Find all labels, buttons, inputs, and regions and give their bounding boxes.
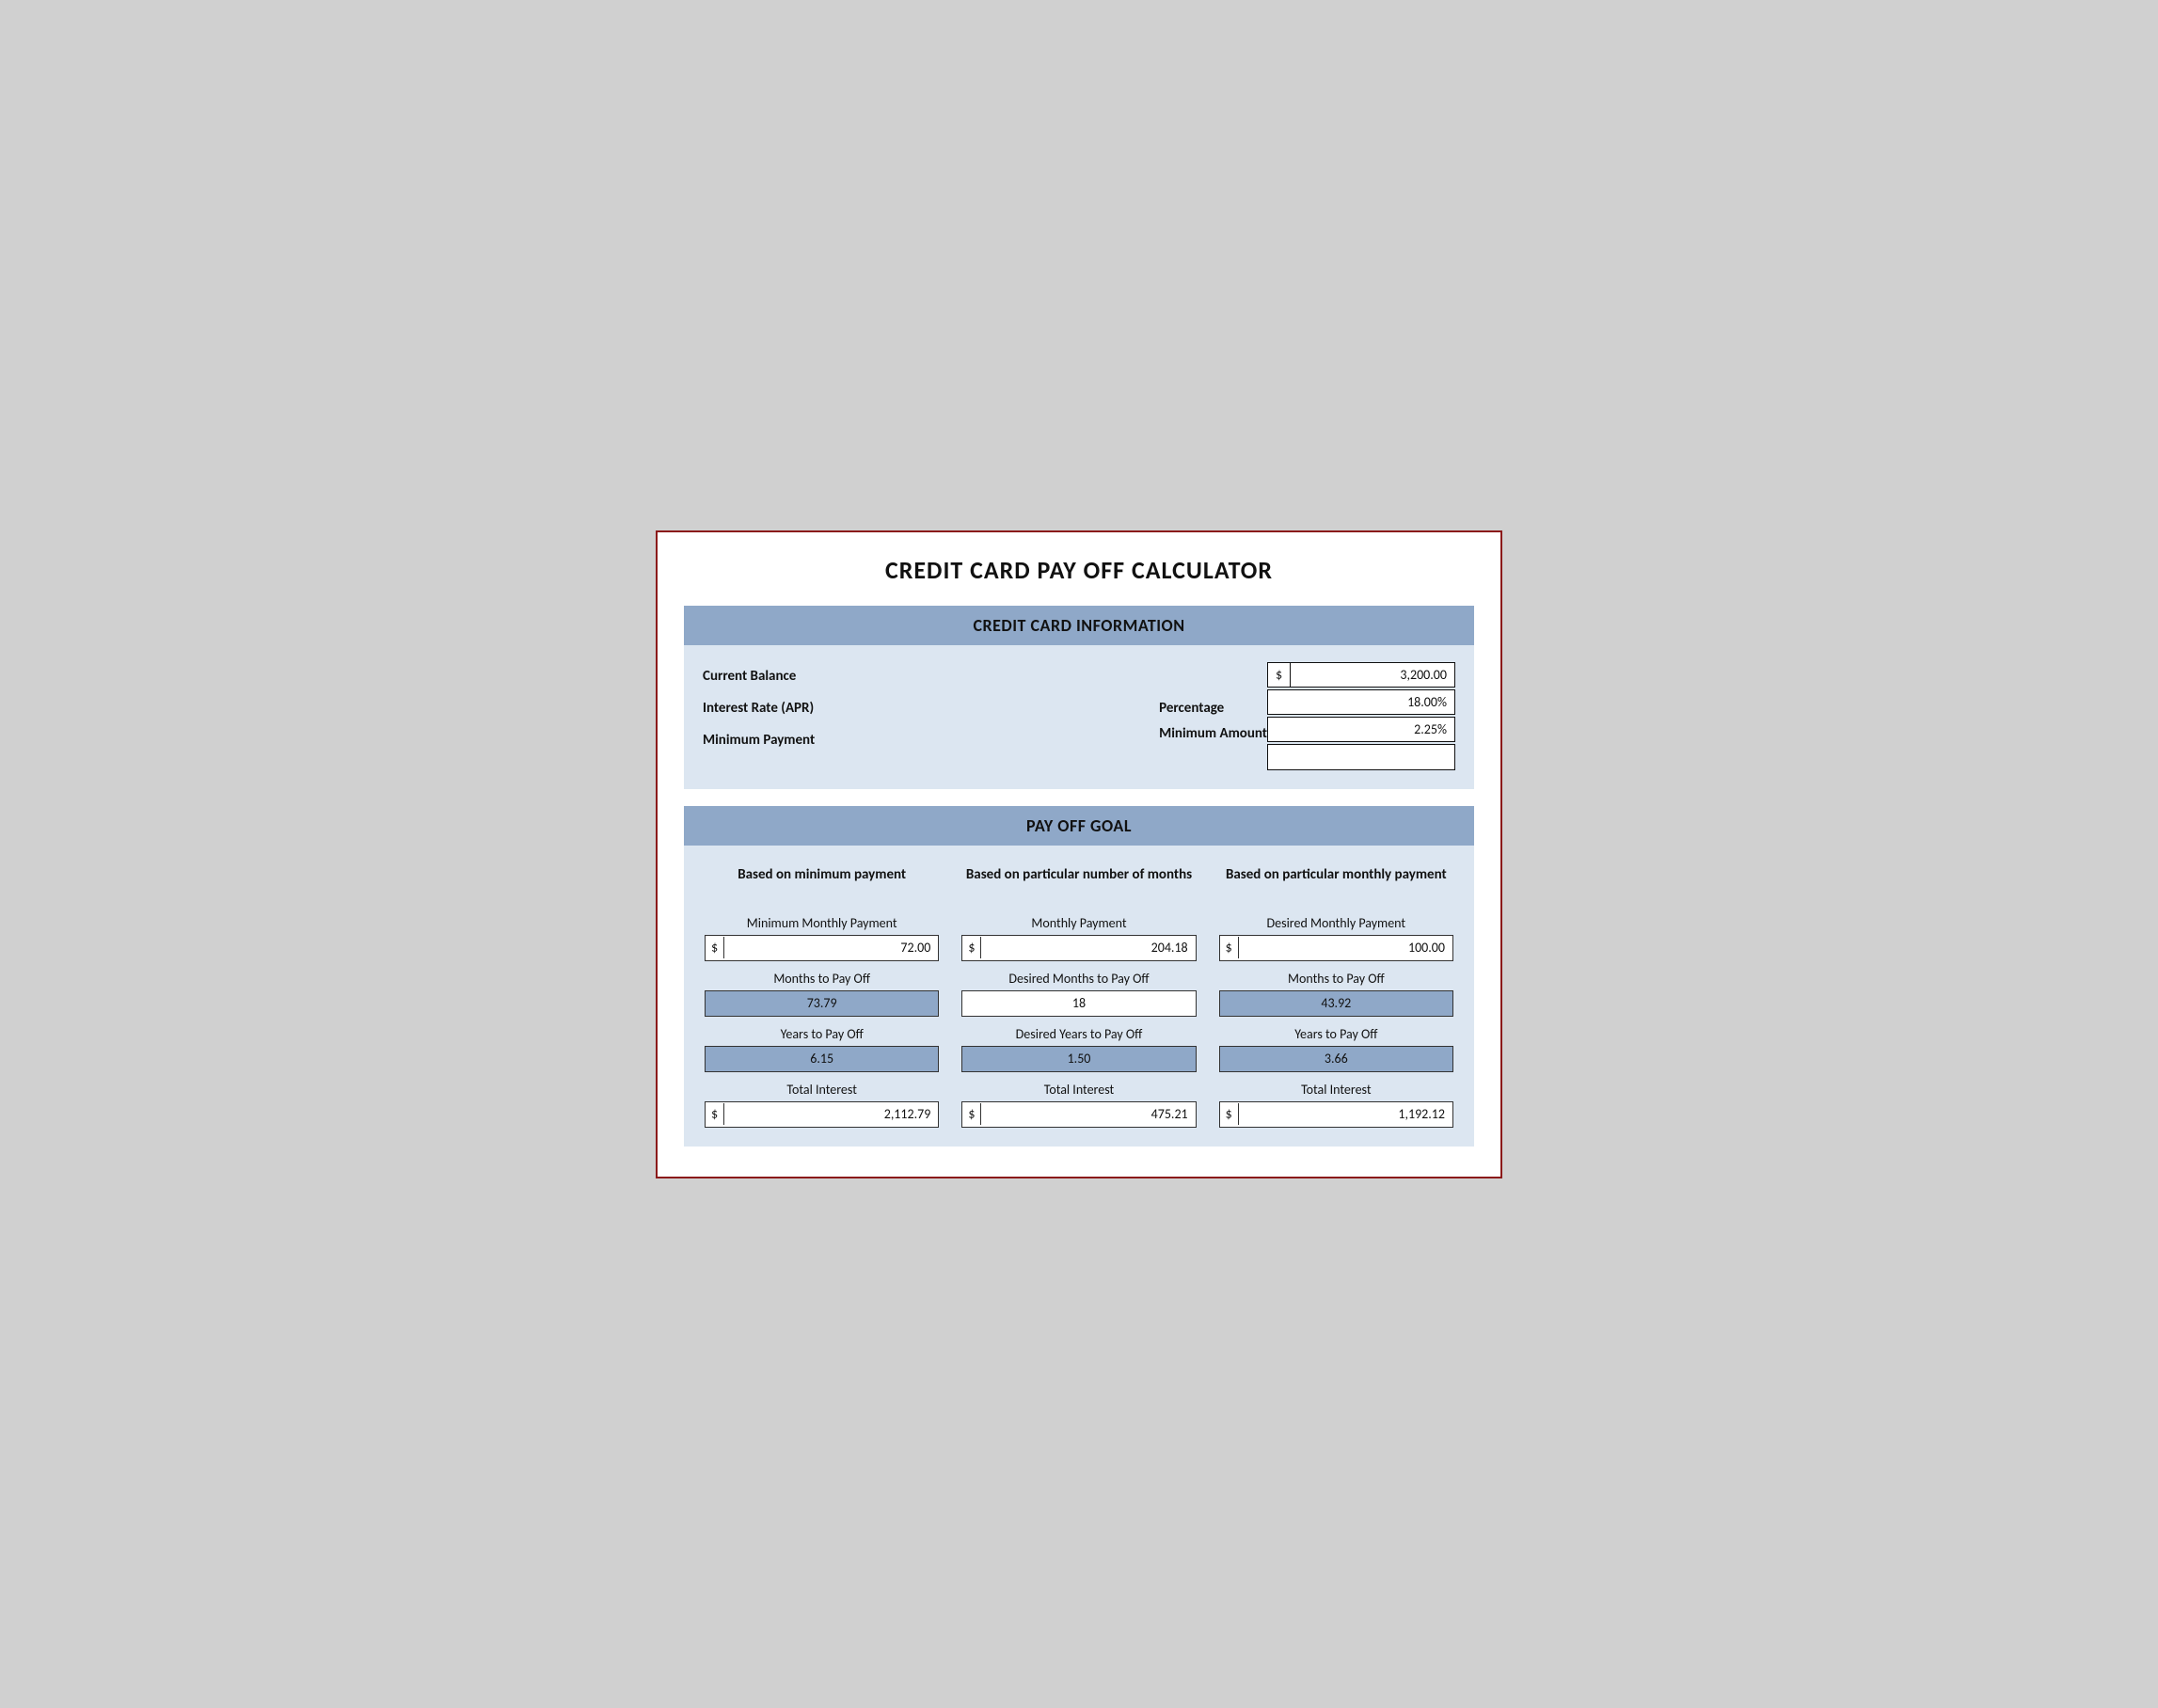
- col3-desired-monthly-value[interactable]: 100.00: [1239, 937, 1452, 958]
- col1-header: Based on minimum payment: [738, 855, 906, 896]
- col1-months-label: Months to Pay Off: [773, 971, 870, 987]
- col1-min-monthly-input[interactable]: $ 72.00: [705, 935, 939, 961]
- current-balance-value[interactable]: 3,200.00: [1291, 663, 1454, 687]
- info-sub-labels: Percentage Minimum Amount: [1159, 696, 1267, 747]
- col1-interest-input[interactable]: $ 2,112.79: [705, 1101, 939, 1128]
- col2-monthly-value[interactable]: 204.18: [981, 937, 1195, 958]
- current-balance-label: Current Balance: [703, 662, 1159, 690]
- col3-desired-monthly-input[interactable]: $ 100.00: [1219, 935, 1453, 961]
- col-monthly-payment: Based on particular monthly payment Desi…: [1208, 846, 1465, 1128]
- col3-months-box: 43.92: [1219, 990, 1453, 1017]
- payoff-section: PAY OFF GOAL Based on minimum payment Mi…: [684, 806, 1474, 1147]
- interest-rate-label: Interest Rate (APR): [703, 694, 1159, 722]
- col2-desired-years-label: Desired Years to Pay Off: [1016, 1026, 1143, 1042]
- minimum-amount-label: Minimum Amount: [1159, 721, 1267, 747]
- col3-interest-value[interactable]: 1,192.12: [1239, 1103, 1452, 1125]
- col2-interest-input[interactable]: $ 475.21: [961, 1101, 1196, 1128]
- col2-monthly-label: Monthly Payment: [1031, 915, 1126, 931]
- percentage-label: Percentage: [1159, 696, 1224, 721]
- info-labels: Current Balance Interest Rate (APR) Mini…: [703, 662, 1159, 754]
- col1-months-value: 73.79: [706, 992, 938, 1014]
- minimum-amount-input[interactable]: [1267, 744, 1455, 770]
- credit-card-header: CREDIT CARD INFORMATION: [684, 606, 1474, 645]
- col3-years-box: 3.66: [1219, 1046, 1453, 1072]
- payoff-header: PAY OFF GOAL: [684, 806, 1474, 846]
- col3-months-label: Months to Pay Off: [1288, 971, 1385, 987]
- col2-desired-years-box: 1.50: [961, 1046, 1196, 1072]
- dollar-sign-balance: $: [1268, 663, 1291, 687]
- percentage-input[interactable]: 2.25%: [1267, 717, 1455, 742]
- col3-months-value: 43.92: [1220, 992, 1452, 1014]
- col3-interest-label: Total Interest: [1301, 1082, 1372, 1098]
- col3-years-value: 3.66: [1220, 1048, 1452, 1069]
- col2-desired-months-label: Desired Months to Pay Off: [1008, 971, 1149, 987]
- info-grid: Current Balance Interest Rate (APR) Mini…: [703, 662, 1455, 772]
- col2-dollar1: $: [962, 937, 981, 958]
- info-inputs: $ 3,200.00 18.00% 2.25%: [1267, 662, 1455, 772]
- col-months: Based on particular number of months Mon…: [950, 846, 1207, 1128]
- col1-years-label: Years to Pay Off: [781, 1026, 864, 1042]
- minimum-payment-label: Minimum Payment: [703, 726, 1159, 754]
- payoff-grid: Based on minimum payment Minimum Monthly…: [684, 846, 1474, 1128]
- col3-dollar2: $: [1220, 1103, 1239, 1125]
- col1-dollar1: $: [706, 937, 724, 958]
- calculator-container: CREDIT CARD PAY OFF CALCULATOR CREDIT CA…: [656, 530, 1502, 1178]
- col1-dollar2: $: [706, 1103, 724, 1125]
- col2-desired-years-value: 1.50: [962, 1048, 1195, 1069]
- col2-interest-label: Total Interest: [1044, 1082, 1115, 1098]
- col2-desired-months-value[interactable]: 18: [962, 992, 1195, 1014]
- col3-years-label: Years to Pay Off: [1294, 1026, 1377, 1042]
- main-title: CREDIT CARD PAY OFF CALCULATOR: [684, 555, 1474, 585]
- col2-interest-value[interactable]: 475.21: [981, 1103, 1195, 1125]
- col1-min-monthly-value[interactable]: 72.00: [724, 937, 938, 958]
- col3-dollar1: $: [1220, 937, 1239, 958]
- col2-header: Based on particular number of months: [966, 855, 1192, 896]
- interest-rate-value[interactable]: 18.00%: [1268, 690, 1454, 714]
- payoff-body: Based on minimum payment Minimum Monthly…: [684, 846, 1474, 1147]
- col2-desired-months-input[interactable]: 18: [961, 990, 1196, 1017]
- col1-interest-label: Total Interest: [786, 1082, 857, 1098]
- col2-dollar2: $: [962, 1103, 981, 1125]
- credit-card-body: Current Balance Interest Rate (APR) Mini…: [684, 645, 1474, 789]
- interest-rate-input[interactable]: 18.00%: [1267, 689, 1455, 715]
- col1-min-monthly-label: Minimum Monthly Payment: [747, 915, 897, 931]
- col2-monthly-input[interactable]: $ 204.18: [961, 935, 1196, 961]
- col1-years-value: 6.15: [706, 1048, 938, 1069]
- percentage-value[interactable]: 2.25%: [1268, 718, 1454, 741]
- col1-months-box: 73.79: [705, 990, 939, 1017]
- col3-interest-input[interactable]: $ 1,192.12: [1219, 1101, 1453, 1128]
- col-minimum-payment: Based on minimum payment Minimum Monthly…: [693, 846, 950, 1128]
- col1-years-box: 6.15: [705, 1046, 939, 1072]
- current-balance-input[interactable]: $ 3,200.00: [1267, 662, 1455, 688]
- col1-interest-value[interactable]: 2,112.79: [724, 1103, 938, 1125]
- col3-desired-monthly-label: Desired Monthly Payment: [1267, 915, 1406, 931]
- col3-header: Based on particular monthly payment: [1226, 855, 1447, 896]
